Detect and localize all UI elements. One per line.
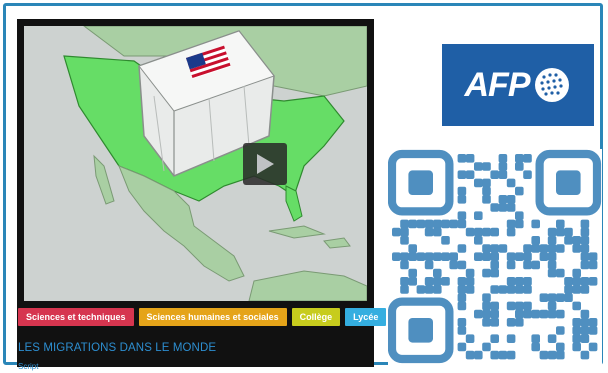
afp-logo-text: AFP <box>464 65 531 104</box>
video-player[interactable] <box>24 26 367 301</box>
tag-lycee[interactable]: Lycée <box>345 308 387 326</box>
qr-code-graphic <box>387 149 602 364</box>
category-tags: Sciences et techniques Sciences humaines… <box>18 308 387 326</box>
afp-logo: AFP <box>442 44 594 126</box>
tag-sciences-humaines[interactable]: Sciences humaines et sociales <box>138 308 287 326</box>
video-card: Sciences et techniques Sciences humaines… <box>17 19 387 371</box>
play-icon <box>257 154 274 174</box>
video-title[interactable]: LES MIGRATIONS DANS LE MONDE <box>18 342 216 354</box>
qr-code[interactable] <box>387 149 602 368</box>
globe-icon <box>534 68 569 102</box>
play-button[interactable] <box>243 143 287 185</box>
video-thumbnail-map <box>24 26 367 301</box>
tag-sciences-techniques[interactable]: Sciences et techniques <box>18 308 134 326</box>
tag-college[interactable]: Collège <box>291 308 341 326</box>
